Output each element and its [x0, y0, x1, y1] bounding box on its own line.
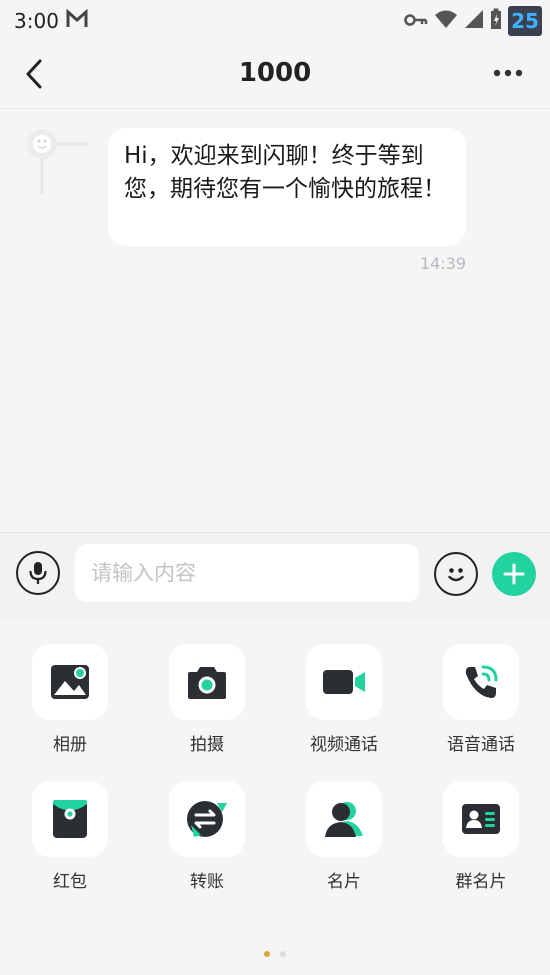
more-dots-icon [493, 69, 523, 77]
message-list[interactable]: Hi，欢迎来到闪聊！终于等到您，期待您有一个愉快的旅程！ 14:39 [0, 109, 550, 532]
message-bubble[interactable]: Hi，欢迎来到闪聊！终于等到您，期待您有一个愉快的旅程！ [108, 128, 466, 246]
tool-video-call[interactable]: 视频通话 [284, 644, 404, 764]
message-input[interactable] [75, 544, 419, 602]
tool-contact-card[interactable]: 名片 [284, 781, 404, 901]
microphone-icon [29, 562, 47, 584]
page-dot-active[interactable] [264, 951, 270, 957]
page-indicator [0, 951, 550, 957]
tool-label: 视频通话 [310, 735, 378, 755]
tool-tile [443, 644, 519, 720]
tool-red-packet[interactable]: 红包 [10, 781, 130, 901]
tool-label: 相册 [53, 735, 87, 755]
page-dot[interactable] [280, 951, 286, 957]
smiley-icon [448, 568, 464, 582]
tool-label: 语音通话 [447, 735, 515, 755]
status-time: 3:00 [14, 9, 59, 33]
transfer-icon [187, 801, 227, 837]
album-icon [51, 665, 89, 699]
tool-tile [32, 644, 108, 720]
tool-tile [306, 781, 382, 857]
tool-album[interactable]: 相册 [10, 644, 130, 764]
video-call-icon [323, 670, 365, 694]
wifi-icon [434, 9, 458, 33]
tool-label: 转账 [190, 872, 224, 892]
tool-voice-call[interactable]: 语音通话 [421, 644, 541, 764]
emoji-button[interactable] [434, 552, 478, 596]
red-packet-icon [53, 800, 87, 838]
status-icons: 25 [404, 6, 542, 36]
status-bar: 3:00 25 [0, 0, 550, 40]
tool-tile [32, 781, 108, 857]
contact-card-icon [325, 802, 363, 837]
tool-label: 群名片 [455, 872, 507, 892]
system-avatar-icon[interactable] [26, 124, 88, 196]
tool-camera[interactable]: 拍摄 [147, 644, 267, 764]
tool-tile [443, 781, 519, 857]
more-options-button[interactable] [488, 62, 528, 84]
page-title: 1000 [238, 58, 312, 88]
input-bar [0, 532, 550, 619]
chat-screen: 3:00 25 1000 Hi，欢迎来到闪聊！终于等到您，期待您有一个愉快的旅程… [0, 0, 550, 975]
tool-label: 红包 [53, 872, 87, 892]
battery-level-badge: 25 [508, 6, 542, 36]
camera-icon [188, 667, 226, 699]
chat-header: 1000 [0, 40, 550, 109]
tool-transfer[interactable]: 转账 [147, 781, 267, 901]
tool-group-card[interactable]: 群名片 [421, 781, 541, 901]
battery-icon [490, 8, 502, 34]
vpn-key-icon [404, 12, 428, 31]
tools-panel: 相册 拍摄 视频通话 语音通话 红包 转账 名片 群名片 [0, 618, 550, 975]
group-card-icon [462, 804, 500, 834]
tool-tile [169, 781, 245, 857]
plus-icon [503, 563, 525, 585]
voice-input-button[interactable] [16, 551, 60, 595]
more-tools-button[interactable] [492, 552, 536, 596]
signal-icon [464, 9, 484, 33]
tool-tile [169, 644, 245, 720]
tool-label: 拍摄 [190, 735, 224, 755]
tool-label: 名片 [327, 872, 361, 892]
message-timestamp: 14:39 [420, 254, 467, 273]
phone-call-icon [465, 665, 498, 698]
gmail-icon [66, 8, 88, 29]
tool-tile [306, 644, 382, 720]
